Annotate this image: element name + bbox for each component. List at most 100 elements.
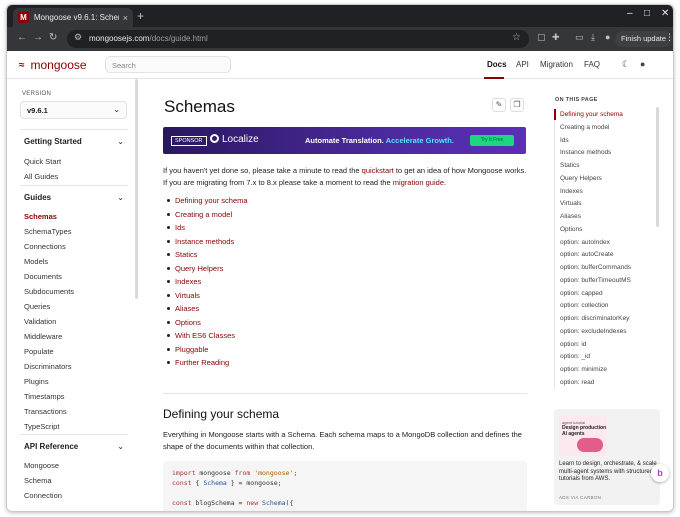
close-window-button[interactable]: ✕ [661, 8, 669, 19]
toc-link[interactable]: Defining your schema [167, 196, 248, 210]
toc-link[interactable]: Aliases [167, 304, 248, 318]
code-token: ; [293, 469, 298, 477]
toc-link[interactable]: Statics [167, 250, 248, 264]
forward-icon[interactable]: → [33, 32, 43, 43]
new-tab-button[interactable]: + [137, 9, 144, 23]
sidebar-item-schema[interactable]: Schema [24, 476, 52, 485]
nav-docs[interactable]: Docs [487, 60, 507, 69]
section-guides[interactable]: Guides ⌄ [24, 193, 124, 202]
page-toc-item[interactable]: option: autoCreate [560, 251, 613, 258]
puzzle-extensions-icon[interactable]: ✚ [552, 32, 560, 43]
ad-attribution[interactable]: ADS VIA CARBON [559, 495, 601, 500]
copy-icon[interactable]: ❐ [510, 98, 524, 112]
mongoose-logo[interactable]: ≈ mongoose [19, 58, 87, 72]
page-toc-item[interactable]: Creating a model [560, 124, 610, 131]
page-toc-item[interactable]: option: read [560, 379, 594, 386]
nav-migration[interactable]: Migration [540, 60, 573, 69]
carbon-ad[interactable]: agent tutorial Design production AI agen… [554, 409, 660, 505]
sidebar-item-connection[interactable]: Connection [24, 491, 62, 500]
reload-icon[interactable]: ↻ [49, 32, 57, 43]
page-toc-item[interactable]: Options [560, 226, 582, 233]
profile-avatar-icon[interactable]: ● [605, 32, 610, 42]
finish-update-button[interactable]: Finish update [615, 31, 673, 47]
split-view-icon[interactable]: ▭ [575, 32, 584, 43]
maximize-button[interactable]: □ [644, 8, 650, 19]
site-info-icon[interactable]: ⚙ [74, 32, 82, 43]
sidebar-item-models[interactable]: Models [24, 257, 48, 266]
bookmark-star-icon[interactable]: ☆ [512, 32, 521, 43]
page-toc-item[interactable]: Aliases [560, 213, 581, 220]
sidebar-item-populate[interactable]: Populate [24, 347, 54, 356]
toc-link[interactable]: With ES6 Classes [167, 331, 248, 345]
toc-link[interactable]: Further Reading [167, 358, 248, 372]
version-select[interactable]: v9.6.1 ⌄ [20, 101, 127, 119]
address-bar[interactable]: ⚙ mongoosejs.com/docs/guide.html ☆ [67, 30, 529, 48]
page-toc-item[interactable]: Ids [560, 137, 569, 144]
sidebar-item-schemas[interactable]: Schemas [24, 212, 57, 221]
minimize-button[interactable]: – [627, 8, 633, 19]
toc-link[interactable]: Ids [167, 223, 248, 237]
page-toc-item[interactable]: Instance methods [560, 149, 611, 156]
sponsor-banner[interactable]: SPONSOR Localize Automate Translation. A… [163, 127, 526, 154]
page-toc-item[interactable]: option: id [560, 341, 586, 348]
page-toc-item[interactable]: option: excludeIndexes [560, 328, 627, 335]
search-input[interactable]: Search [105, 56, 231, 73]
sidebar-item-plugins[interactable]: Plugins [24, 377, 49, 386]
sidebar-item-typescript[interactable]: TypeScript [24, 422, 59, 431]
page-toc-item[interactable]: option: discriminatorKey [560, 315, 629, 322]
browser-tab[interactable]: M Mongoose v9.6.1: Schem × [13, 8, 133, 27]
sidebar-item-validation[interactable]: Validation [24, 317, 56, 326]
toc-link[interactable]: Instance methods [167, 237, 248, 251]
section-getting-started[interactable]: Getting Started ⌄ [24, 137, 124, 146]
ad-text[interactable]: Learn to design, orchestrate, & scale mu… [559, 461, 657, 484]
back-icon[interactable]: ← [17, 32, 27, 43]
page-toc-item[interactable]: Defining your schema [560, 111, 623, 118]
sidebar-item-transactions[interactable]: Transactions [24, 407, 67, 416]
nav-api[interactable]: API [516, 60, 529, 69]
toc-link[interactable]: Pluggable [167, 345, 248, 359]
left-scrollbar[interactable] [135, 79, 138, 299]
toc-link[interactable]: Virtuals [167, 291, 248, 305]
page-toc-item[interactable]: option: collection [560, 302, 608, 309]
sidebar-item-quick-start[interactable]: Quick Start [24, 157, 61, 166]
toc-link[interactable]: Indexes [167, 277, 248, 291]
toc-link[interactable]: Query Helpers [167, 264, 248, 278]
page-toc-item[interactable]: option: autoIndex [560, 239, 610, 246]
bing-copilot-icon[interactable]: b [651, 464, 669, 482]
toc-link[interactable]: Options [167, 318, 248, 332]
sidebar-item-connections[interactable]: Connections [24, 242, 66, 251]
extension-icon[interactable]: ▢ [537, 32, 546, 43]
github-icon[interactable]: ● [640, 59, 645, 69]
sidebar-item-timestamps[interactable]: Timestamps [24, 392, 65, 401]
toc-link[interactable]: Creating a model [167, 210, 248, 224]
sidebar-item-schematypes[interactable]: SchemaTypes [24, 227, 72, 236]
quickstart-link[interactable]: quickstart [362, 166, 394, 175]
page-toc-item[interactable]: Virtuals [560, 200, 582, 207]
ad-image[interactable]: agent tutorial Design production AI agen… [559, 416, 607, 456]
try-it-free-button[interactable]: Try It Free [470, 135, 514, 146]
sidebar-item-subdocuments[interactable]: Subdocuments [24, 287, 74, 296]
page-toc-item[interactable]: option: bufferCommands [560, 264, 631, 271]
sidebar-item-all-guides[interactable]: All Guides [24, 172, 58, 181]
sidebar-item-mongoose[interactable]: Mongoose [24, 461, 59, 470]
migration-guide-link[interactable]: migration guide [393, 178, 444, 187]
close-tab-icon[interactable]: × [123, 13, 128, 23]
page-toc-item[interactable]: Statics [560, 162, 580, 169]
page-toc-item[interactable]: option: _id [560, 353, 590, 360]
edit-pencil-icon[interactable]: ✎ [492, 98, 506, 112]
sidebar-item-middleware[interactable]: Middleware [24, 332, 62, 341]
page-toc-item[interactable]: Query Helpers [560, 175, 602, 182]
sidebar-item-documents[interactable]: Documents [24, 272, 62, 281]
section-api-reference[interactable]: API Reference ⌄ [24, 442, 124, 451]
sidebar-item-queries[interactable]: Queries [24, 302, 50, 311]
page-toc-item[interactable]: option: bufferTimeoutMS [560, 277, 631, 284]
page-toc-item[interactable]: option: minimize [560, 366, 607, 373]
menu-kebab-icon[interactable]: ⋮ [665, 32, 673, 43]
sidebar-item-discriminators[interactable]: Discriminators [24, 362, 72, 371]
toc-scrollbar[interactable] [656, 107, 659, 227]
nav-faq[interactable]: FAQ [584, 60, 600, 69]
page-toc-item[interactable]: Indexes [560, 188, 583, 195]
dark-mode-moon-icon[interactable]: ☾ [622, 59, 630, 70]
downloads-icon[interactable]: ⤓ [591, 32, 595, 43]
page-toc-item[interactable]: option: capped [560, 290, 603, 297]
